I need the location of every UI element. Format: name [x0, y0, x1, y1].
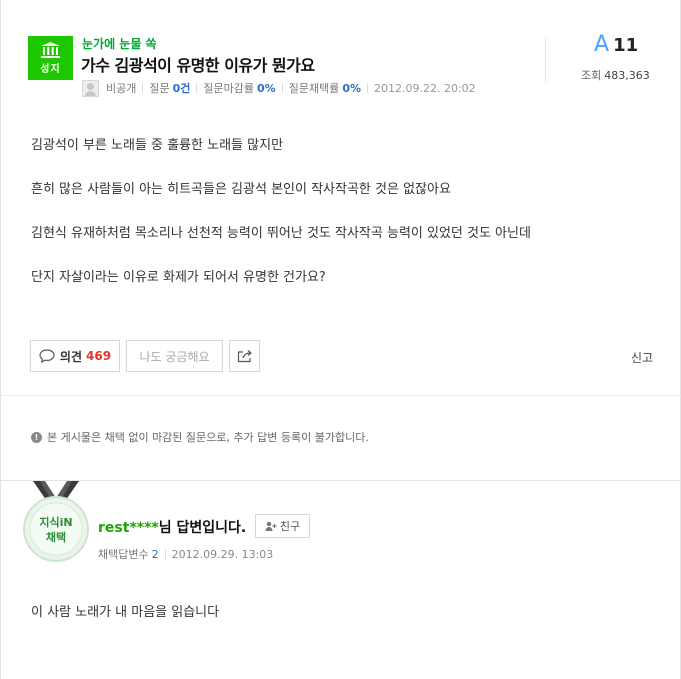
question-body-line: 흔히 많은 사람들이 아는 히트곡들은 김광석 본인이 작사작곡한 것은 없잖아… [31, 182, 451, 197]
divider [281, 83, 283, 93]
adopted-medal-icon: 지식iN 채택 [23, 481, 89, 562]
stats-divider [545, 38, 546, 82]
questions-label: 질문 [149, 82, 170, 95]
opinion-label: 의견 [59, 349, 83, 364]
question-card: 성지 눈가에 눈물 쏙 가수 김광석이 유명한 이유가 뭔가요 비공개 질문 0… [0, 0, 681, 481]
share-button[interactable] [229, 340, 260, 372]
add-friend-icon [265, 521, 277, 531]
friend-label: 친구 [279, 520, 301, 533]
divider [1, 395, 681, 396]
answerer-masked-id: **** [129, 520, 159, 536]
opinion-count: 469 [86, 349, 112, 363]
divider [164, 549, 166, 559]
speech-bubble-icon [39, 349, 55, 363]
report-link[interactable]: 신고 [631, 349, 653, 366]
close-rate-value: 0% [257, 81, 276, 95]
closed-notice: ! 본 게시물은 채택 없이 마감된 질문으로, 추가 답변 등록이 불가합니다… [31, 429, 369, 445]
adopted-count-label: 채택답변수 [98, 548, 149, 561]
adopt-rate-label: 질문채택률 [288, 82, 340, 95]
divider [196, 83, 198, 93]
answers-icon: A [594, 32, 610, 57]
medal-line1: 지식iN [39, 515, 72, 529]
questions-value: 0건 [172, 82, 191, 95]
answerer-id: rest [98, 520, 130, 536]
question-body-line: 단지 자살이라는 이유로 화제가 되어서 유명한 건가요? [31, 270, 326, 285]
holy-ground-badge: 성지 [28, 36, 73, 80]
question-category[interactable]: 눈가에 눈물 쏙 [82, 35, 157, 52]
add-friend-button[interactable]: 친구 [255, 514, 310, 538]
answer-card: 지식iN 채택 rest****님 답변입니다. 친구 채택답변수 2 2012… [0, 481, 681, 679]
share-icon [237, 350, 252, 363]
question-body-line: 김광석이 부른 노래들 중 훌륭한 노래들 많지만 [31, 138, 284, 153]
views-count: 조회 483,363 [581, 67, 650, 83]
answer-date: 2012.09.29. 13:03 [171, 547, 274, 561]
opinion-button[interactable]: 의견 469 [30, 340, 120, 372]
answerer-name[interactable]: rest****님 답변입니다. [98, 517, 246, 537]
question-date: 2012.09.22. 20:02 [374, 81, 476, 95]
views-value: 483,363 [604, 69, 650, 82]
avatar [82, 79, 99, 97]
divider [367, 83, 368, 93]
building-icon [41, 42, 60, 58]
me-too-curious-button[interactable]: 나도 궁금해요 [126, 340, 223, 372]
badge-label: 성지 [40, 64, 61, 75]
closed-notice-text: 본 게시물은 채택 없이 마감된 질문으로, 추가 답변 등록이 불가합니다. [47, 431, 369, 444]
info-icon: ! [31, 431, 42, 443]
question-actions: 의견 469 나도 궁금해요 [30, 340, 266, 372]
author-name: 비공개 [106, 82, 137, 95]
answer-text: 이 사람 노래가 내 마음을 읽습니다 [31, 605, 220, 620]
views-label: 조회 [581, 69, 602, 82]
adopt-rate-value: 0% [342, 81, 361, 95]
answers-count-value: 11 [613, 35, 639, 56]
close-rate-label: 질문마감률 [203, 82, 255, 95]
answerer-suffix: 님 답변입니다. [158, 520, 247, 536]
answers-count[interactable]: A 11 [594, 32, 638, 57]
question-meta: 비공개 질문 0건 질문마감률 0% 질문채택률 0% 2012.09.22. … [82, 79, 476, 97]
question-title: 가수 김광석이 유명한 이유가 뭔가요 [81, 56, 315, 75]
medal-line2: 채택 [46, 530, 66, 544]
answer-meta: 채택답변수 2 2012.09.29. 13:03 [98, 546, 273, 562]
adopted-count-value: 2 [151, 547, 159, 561]
question-body-line: 김현식 유재하처럼 목소리나 선천적 능력이 뛰어난 것도 작사작곡 능력이 있… [31, 226, 531, 241]
divider [142, 83, 144, 93]
